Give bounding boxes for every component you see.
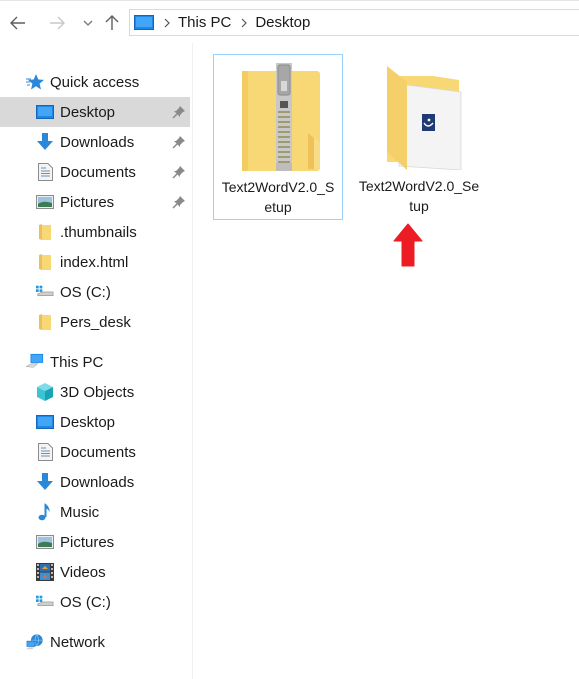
red-arrow-up-icon [393, 223, 423, 267]
arrow-left-icon [10, 16, 25, 30]
download-icon [36, 133, 54, 151]
zip-folder-icon [242, 63, 320, 171]
forward-button[interactable] [45, 9, 69, 37]
arrow-right-icon [50, 16, 65, 30]
folder-icon [36, 253, 54, 271]
sidebar-item-documents-pc[interactable]: Documents [0, 437, 190, 467]
folder-with-document-icon [387, 66, 462, 170]
drive-icon [36, 283, 54, 301]
arrow-up-icon [105, 15, 119, 30]
sidebar-item-videos[interactable]: Videos [0, 557, 190, 587]
sidebar-item-downloads-pc[interactable]: Downloads [0, 467, 190, 497]
sidebar-item-thumbnails[interactable]: .thumbnails [0, 217, 190, 247]
sidebar-item-downloads[interactable]: Downloads [0, 127, 190, 157]
file-name: Text2WordV2.0_Setup [221, 179, 335, 215]
breadcrumb-separator-icon [241, 18, 248, 28]
cube-icon [36, 383, 54, 401]
back-button[interactable] [6, 9, 30, 37]
up-button[interactable] [100, 9, 124, 37]
network-icon [26, 633, 44, 651]
sidebar-item-os-c-pc[interactable]: OS (C:) [0, 587, 190, 617]
breadcrumb-desktop[interactable]: Desktop [255, 14, 310, 31]
file-name: Text2WordV2.0_Setup [358, 178, 480, 214]
pin-icon[interactable] [172, 165, 186, 179]
pictures-icon [36, 193, 54, 211]
pin-icon[interactable] [172, 135, 186, 149]
documents-icon [36, 163, 54, 181]
recent-locations-button[interactable] [76, 9, 100, 37]
documents-icon [36, 443, 54, 461]
sidebar-item-music[interactable]: Music [0, 497, 190, 527]
folder-icon [36, 223, 54, 241]
videos-icon [36, 563, 54, 581]
sidebar-item-3d-objects[interactable]: 3D Objects [0, 377, 190, 407]
sidebar-item-network[interactable]: Network [0, 627, 190, 657]
desktop-icon [36, 413, 54, 431]
sidebar-item-pictures[interactable]: Pictures [0, 187, 190, 217]
navigation-bar: This PC Desktop [0, 1, 579, 43]
pane-divider[interactable] [192, 43, 193, 679]
pin-icon[interactable] [172, 195, 186, 209]
sidebar-item-pictures-pc[interactable]: Pictures [0, 527, 190, 557]
folder-icon [36, 313, 54, 331]
chevron-down-icon [83, 20, 93, 26]
sidebar-item-quick-access[interactable]: Quick access [0, 67, 190, 97]
sidebar-item-this-pc[interactable]: This PC [0, 347, 190, 377]
breadcrumb-this-pc[interactable]: This PC [178, 14, 231, 31]
file-tile-zip[interactable]: Text2WordV2.0_Setup [213, 54, 343, 220]
address-bar[interactable]: This PC Desktop [129, 9, 579, 36]
sidebar-item-documents[interactable]: Documents [0, 157, 190, 187]
sidebar-item-desktop[interactable]: Desktop [0, 97, 190, 127]
sidebar-item-os-c[interactable]: OS (C:) [0, 277, 190, 307]
computer-icon [26, 353, 44, 371]
this-pc-icon [134, 15, 154, 31]
pictures-icon [36, 533, 54, 551]
star-icon [26, 73, 44, 91]
sidebar-item-index-html[interactable]: index.html [0, 247, 190, 277]
drive-icon [36, 593, 54, 611]
sidebar-item-pers-desk[interactable]: Pers_desk [0, 307, 190, 337]
file-tile-folder[interactable]: Text2WordV2.0_Setup [354, 54, 484, 220]
music-icon [36, 503, 54, 521]
desktop-icon [36, 103, 54, 121]
download-icon [36, 473, 54, 491]
sidebar-item-desktop-pc[interactable]: Desktop [0, 407, 190, 437]
breadcrumb-separator-icon [164, 18, 170, 28]
pin-icon[interactable] [172, 105, 186, 119]
